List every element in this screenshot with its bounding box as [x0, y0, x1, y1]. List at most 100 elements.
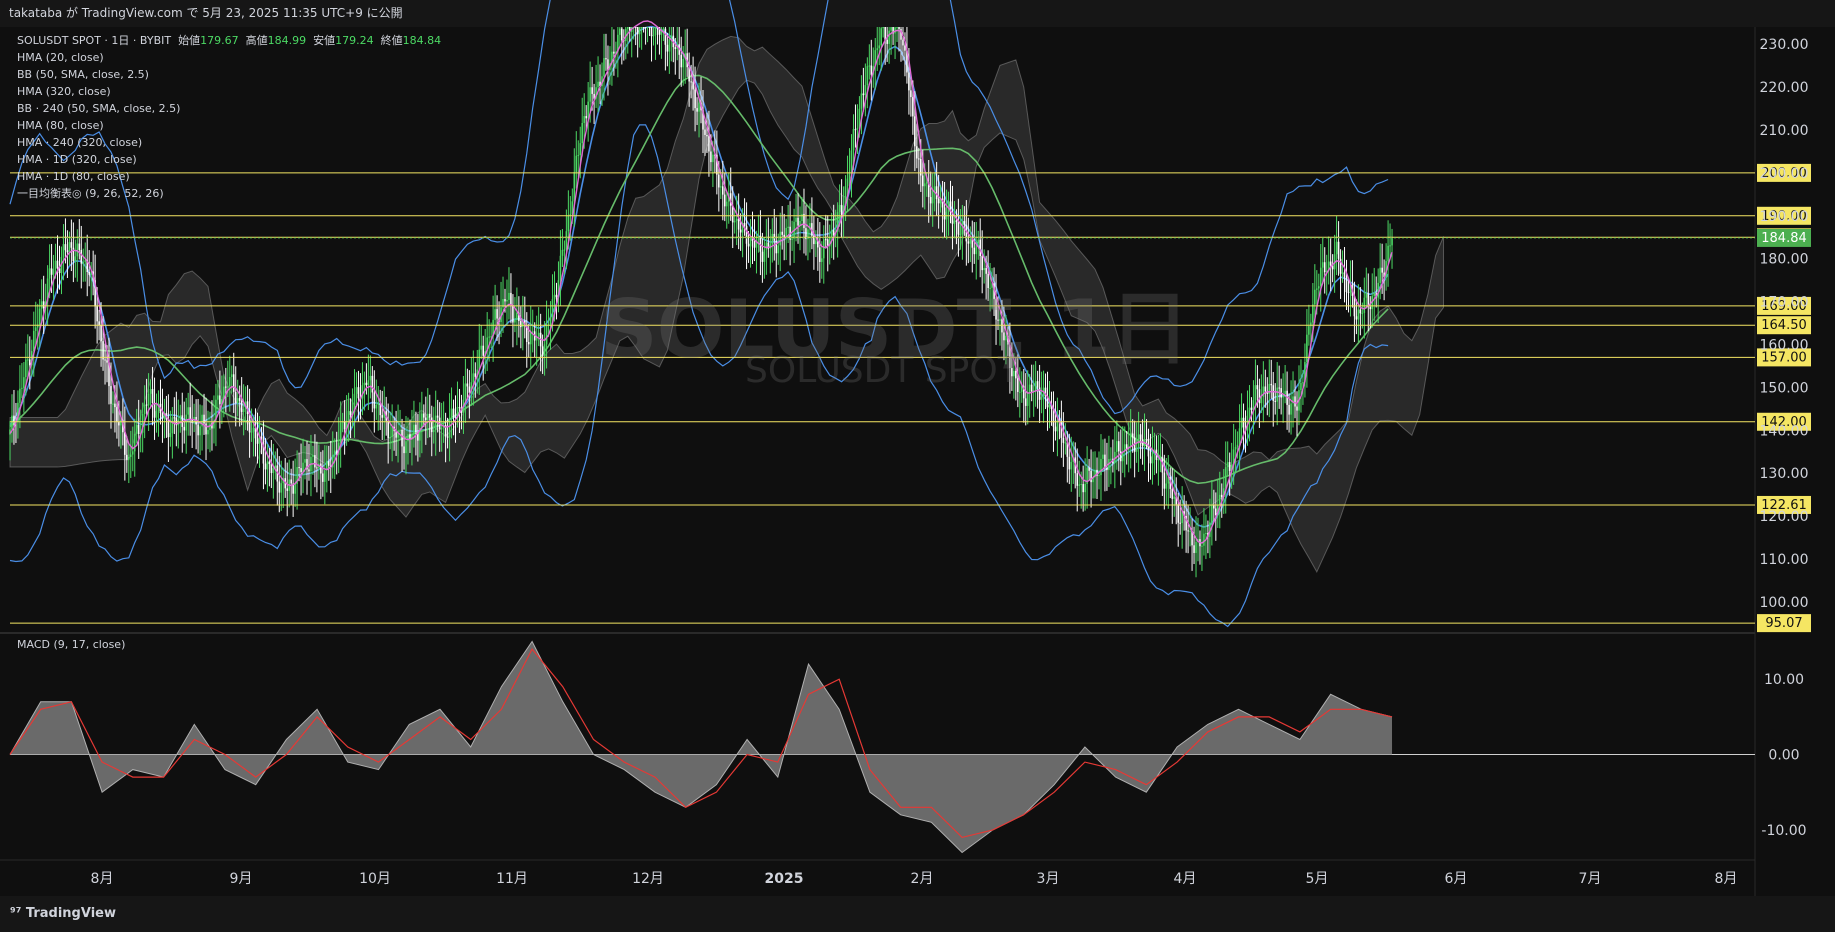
legend-indicator[interactable]: BB · 240 (50, SMA, close, 2.5) [17, 100, 441, 117]
candle-body [421, 413, 423, 428]
legend-indicator[interactable]: HMA (320, close) [17, 83, 441, 100]
watermark-subtitle: SOLUSDT SPOT [745, 350, 1020, 391]
candle-body [322, 473, 324, 482]
candle-body [401, 429, 403, 447]
candle-body [171, 417, 174, 434]
candle-body [908, 72, 910, 91]
candle-body [929, 197, 932, 204]
candle-body [1391, 238, 1393, 246]
candle-body [735, 218, 738, 221]
legend-indicator[interactable]: HMA · 1D (80, close) [17, 168, 441, 185]
candle-body [1355, 316, 1358, 320]
candle-body [589, 87, 591, 102]
candle-body [1137, 434, 1140, 448]
legend-indicator[interactable]: HMA (80, close) [17, 117, 441, 134]
macd-axis-tick: 0.00 [1768, 748, 1799, 764]
candle-body [25, 359, 27, 378]
candle-body [749, 237, 752, 247]
candle-body [1070, 461, 1073, 470]
candle-body [1193, 545, 1195, 553]
candle-body [1302, 382, 1304, 384]
legend-indicator[interactable]: HMA · 1D (320, close) [17, 151, 441, 168]
candle-body [531, 331, 534, 333]
candle-body [1240, 417, 1243, 429]
candle-body [1084, 483, 1086, 493]
time-axis-tick: 5月 [1306, 871, 1329, 887]
price-axis-tick: 200.00 [1760, 166, 1809, 182]
candle-body [494, 309, 496, 320]
candle-body [819, 247, 821, 262]
candle-body [1272, 385, 1275, 401]
legend-indicator[interactable]: 一目均衡表◎ (9, 26, 52, 26) [17, 185, 441, 202]
candle-body [48, 268, 51, 279]
legend-indicator[interactable]: HMA (20, close) [17, 49, 441, 66]
candle-body [333, 450, 336, 455]
candle-body [496, 309, 498, 319]
candle-body [553, 294, 556, 300]
candle-body [82, 261, 85, 264]
candle-body [642, 27, 645, 28]
candle-body [464, 383, 467, 400]
candle-body [466, 383, 469, 387]
last-price-tag-label: 184.84 [1761, 231, 1807, 246]
candle-body [1054, 426, 1057, 432]
candle-body [1151, 451, 1154, 464]
time-axis-tick: 12月 [632, 871, 664, 887]
candle-body [270, 464, 273, 474]
candle-body [1019, 391, 1021, 393]
candle-body [777, 245, 780, 254]
candle-body [1211, 504, 1213, 523]
candle-body [1189, 530, 1191, 532]
candle-body [613, 51, 615, 54]
candle-body [565, 231, 568, 250]
candle-body [78, 243, 81, 250]
candle-body [916, 146, 918, 159]
candle-body [153, 403, 156, 418]
candle-body [1306, 334, 1308, 363]
candle-body [646, 27, 649, 28]
candle-body [1090, 470, 1092, 483]
price-axis-tick: 210.00 [1760, 123, 1809, 139]
candle-body [1314, 289, 1316, 305]
legend-indicator[interactable]: BB (50, SMA, close, 2.5) [17, 66, 441, 83]
candle-body [250, 431, 253, 433]
candle-body [733, 220, 736, 223]
candle-body [143, 404, 146, 414]
candle-body [575, 155, 578, 173]
candle-body [862, 93, 865, 96]
candle-body [185, 414, 188, 431]
candle-body [114, 403, 116, 408]
candle-body [864, 85, 867, 96]
candle-body [1347, 292, 1350, 294]
tradingview-logo[interactable]: ⁹⁷ TradingView [10, 906, 116, 921]
candle-body [725, 201, 728, 207]
price-axis-tick: 160.00 [1760, 338, 1809, 354]
candle-body [343, 421, 346, 430]
candle-body [42, 301, 45, 309]
candle-body [339, 422, 342, 443]
candle-body [959, 234, 962, 236]
candle-body [957, 221, 960, 235]
footer-bar [0, 896, 1835, 932]
candle-body [1076, 473, 1079, 486]
candle-body [902, 39, 904, 46]
candle-body [543, 344, 546, 356]
candle-body [884, 27, 886, 40]
candle-body [1300, 382, 1302, 391]
candle-body [68, 242, 71, 253]
candle-body [1030, 384, 1033, 392]
candle-body [375, 405, 378, 409]
candle-body [480, 345, 483, 350]
candle-body [155, 411, 158, 418]
legend-indicator[interactable]: HMA · 240 (320, close) [17, 134, 441, 151]
candle-body [514, 319, 516, 323]
macd-legend[interactable]: MACD (9, 17, close) [17, 638, 125, 651]
candle-body [415, 424, 417, 433]
candle-body [666, 44, 669, 52]
candle-body [605, 58, 607, 60]
candle-body [1317, 286, 1320, 289]
candle-body [189, 407, 191, 420]
candle-body [603, 58, 605, 77]
price-level-tag-label: 164.50 [1761, 318, 1807, 333]
candle-body [1389, 245, 1391, 247]
